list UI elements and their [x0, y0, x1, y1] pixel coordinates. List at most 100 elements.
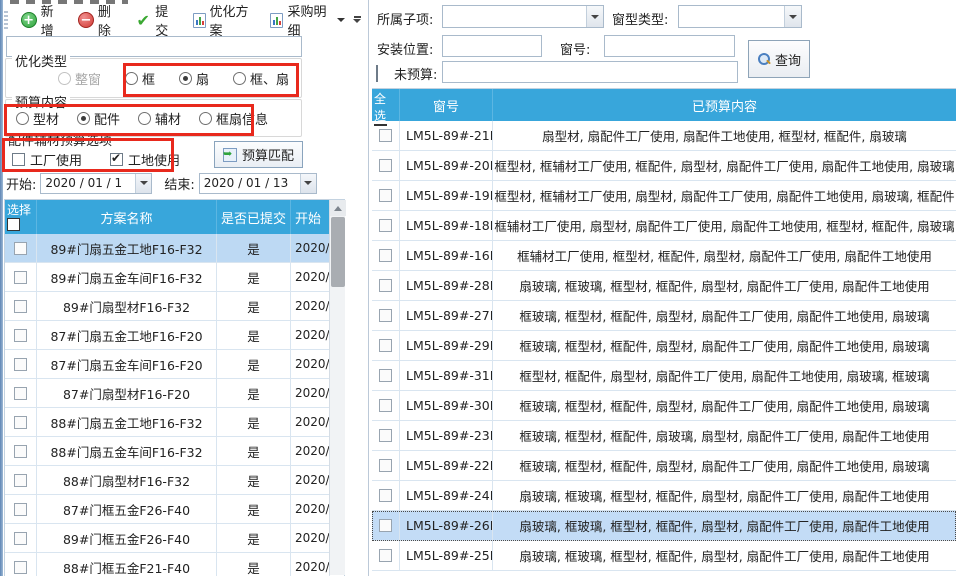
row-checkbox[interactable]	[379, 189, 392, 202]
budgeted-column-header[interactable]: 已预算内容	[493, 89, 956, 121]
row-select-cell[interactable]	[5, 263, 37, 291]
row-select-cell[interactable]	[372, 451, 400, 480]
row-checkbox[interactable]	[379, 459, 392, 472]
table-row[interactable]: LM5L-89#-31F29框型材, 框配件, 扇型材, 扇配件工厂使用, 扇配…	[372, 361, 956, 391]
table-row[interactable]: 89#门框五金F26-F40是2020/0	[5, 524, 344, 553]
table-row[interactable]: LM5L-89#-22F20框玻璃, 框型材, 框配件, 扇型材, 扇配件工厂使…	[372, 451, 956, 481]
row-select-cell[interactable]	[372, 151, 400, 180]
table-row[interactable]: 89#门扇五金车间F16-F32是2020/0	[5, 263, 344, 292]
row-checkbox[interactable]	[379, 489, 392, 502]
row-select-cell[interactable]	[5, 495, 37, 523]
usage-checkbox-option[interactable]: 工地使用	[110, 150, 180, 169]
table-row[interactable]: 87#门框五金F26-F40是2020/0	[5, 495, 344, 524]
row-checkbox[interactable]	[14, 387, 27, 400]
row-checkbox[interactable]	[379, 429, 392, 442]
row-checkbox[interactable]	[14, 503, 27, 516]
end-date-dropdown-button[interactable]	[300, 174, 316, 193]
table-row[interactable]: 88#门框五金F21-F40是2020/0	[5, 553, 344, 576]
toolbar-grip[interactable]	[4, 11, 8, 29]
table-row[interactable]: LM5L-89#-23F21框玻璃, 框型材, 框配件, 扇玻璃, 扇型材, 扇…	[372, 421, 956, 451]
sub-item-combobox[interactable]	[442, 5, 604, 28]
radio-option[interactable]: 框	[125, 69, 155, 88]
no-budget-checkbox[interactable]	[376, 65, 378, 82]
table-row[interactable]: 88#门扇五金工地F16-F32是2020/0	[5, 408, 344, 437]
plan-table-scrollbar[interactable]	[329, 200, 345, 575]
row-checkbox[interactable]	[14, 445, 27, 458]
table-row[interactable]: LM5L-89#-20F18框型材, 框辅材工厂使用, 框配件, 扇型材, 扇配…	[372, 151, 956, 181]
select-all-checkbox[interactable]	[374, 124, 387, 126]
row-select-cell[interactable]	[5, 466, 37, 494]
end-date-picker[interactable]: 2020 / 01 / 13	[199, 173, 317, 194]
table-row[interactable]: 88#门扇五金车间F16-F32是2020/0	[5, 437, 344, 466]
table-row[interactable]: 87#门扇五金车间F16-F20是2020/0	[5, 350, 344, 379]
toolbar-button[interactable]: 优化方案	[190, 0, 258, 41]
row-checkbox[interactable]	[379, 219, 392, 232]
window-no-input[interactable]	[604, 35, 735, 57]
select-all-checkbox[interactable]	[7, 218, 20, 231]
table-row[interactable]: LM5L-89#-26F24扇玻璃, 框玻璃, 框型材, 框配件, 扇型材, 扇…	[372, 511, 956, 541]
radio-option[interactable]: 扇	[179, 69, 209, 88]
row-select-cell[interactable]	[372, 211, 400, 240]
no-budget-input[interactable]	[442, 61, 738, 83]
row-select-cell[interactable]	[5, 524, 37, 552]
row-checkbox[interactable]	[14, 474, 27, 487]
row-checkbox[interactable]	[14, 532, 27, 545]
row-checkbox[interactable]	[379, 309, 392, 322]
window-no-column-header[interactable]: 窗号	[400, 89, 493, 121]
row-select-cell[interactable]	[5, 321, 37, 349]
row-select-cell[interactable]	[5, 379, 37, 407]
row-select-cell[interactable]	[5, 292, 37, 320]
row-select-cell[interactable]	[372, 361, 400, 390]
plan-name-column-header[interactable]: 方案名称	[37, 200, 217, 234]
table-row[interactable]: LM5L-89#-18F16框辅材工厂使用, 扇型材, 扇配件工厂使用, 扇配件…	[372, 211, 956, 241]
install-pos-input[interactable]	[442, 35, 542, 57]
row-select-cell[interactable]	[5, 408, 37, 436]
scrollbar-thumb[interactable]	[331, 217, 345, 287]
table-row[interactable]: 88#门扇型材F16-F32是2020/0	[5, 466, 344, 495]
row-select-cell[interactable]	[372, 481, 400, 510]
usage-checkbox-option[interactable]: 工厂使用	[12, 150, 82, 169]
table-row[interactable]: LM5L-89#-16F15框辅材工厂使用, 框型材, 框配件, 扇型材, 扇配…	[372, 241, 956, 271]
toolbar-button[interactable]: +新增	[18, 0, 65, 41]
row-select-cell[interactable]	[372, 301, 400, 330]
row-select-cell[interactable]	[372, 181, 400, 210]
row-checkbox[interactable]	[379, 249, 392, 262]
row-select-cell[interactable]	[372, 511, 400, 540]
row-checkbox[interactable]	[14, 416, 27, 429]
row-checkbox[interactable]	[379, 339, 392, 352]
table-row[interactable]: LM5L-89#-19F17框型材, 框辅材工厂使用, 扇型材, 扇配件工厂使用…	[372, 181, 956, 211]
row-select-cell[interactable]	[5, 553, 37, 576]
row-select-cell[interactable]	[5, 437, 37, 465]
row-checkbox[interactable]	[379, 129, 392, 142]
table-row[interactable]: LM5L-89#-25F23扇玻璃, 框玻璃, 框型材, 框配件, 扇型材, 扇…	[372, 541, 956, 571]
toolbar-button[interactable]: 采购明细	[267, 0, 348, 41]
start-date-picker[interactable]: 2020 / 01 / 1	[40, 173, 152, 194]
table-row[interactable]: LM5L-89#-21F19扇型材, 扇配件工厂使用, 扇配件工地使用, 框型材…	[372, 121, 956, 151]
submitted-column-header[interactable]: 是否已提交	[217, 200, 291, 234]
table-row[interactable]: LM5L-89#-30F28框玻璃, 框型材, 框配件, 扇型材, 扇配件工厂使…	[372, 391, 956, 421]
panel-splitter[interactable]	[368, 0, 369, 576]
row-select-cell[interactable]	[5, 350, 37, 378]
window-type-dropdown-button[interactable]	[784, 6, 801, 27]
row-checkbox[interactable]	[14, 329, 27, 342]
row-checkbox[interactable]	[379, 519, 392, 532]
radio-option[interactable]: 框、扇	[233, 69, 289, 88]
row-checkbox[interactable]	[379, 369, 392, 382]
table-row[interactable]: LM5L-89#-29F27框玻璃, 框型材, 框配件, 扇型材, 扇配件工厂使…	[372, 331, 956, 361]
row-checkbox[interactable]	[379, 549, 392, 562]
radio-option[interactable]: 型材	[16, 109, 59, 128]
row-checkbox[interactable]	[14, 242, 27, 255]
budget-match-button[interactable]: 预算匹配	[214, 141, 303, 168]
start-date-dropdown-button[interactable]	[135, 174, 151, 193]
sub-item-dropdown-button[interactable]	[586, 6, 603, 27]
row-checkbox[interactable]	[14, 300, 27, 313]
row-checkbox[interactable]	[14, 358, 27, 371]
row-select-cell[interactable]	[372, 331, 400, 360]
row-select-cell[interactable]	[372, 421, 400, 450]
toolbar-button[interactable]: −删除	[75, 0, 122, 41]
row-checkbox[interactable]	[14, 271, 27, 284]
row-select-cell[interactable]	[372, 541, 400, 570]
radio-option[interactable]: 辅材	[138, 109, 181, 128]
table-row[interactable]: 87#门扇五金工地F16-F20是2020/0	[5, 321, 344, 350]
toolbar-button[interactable]: ✔提交	[132, 0, 179, 41]
